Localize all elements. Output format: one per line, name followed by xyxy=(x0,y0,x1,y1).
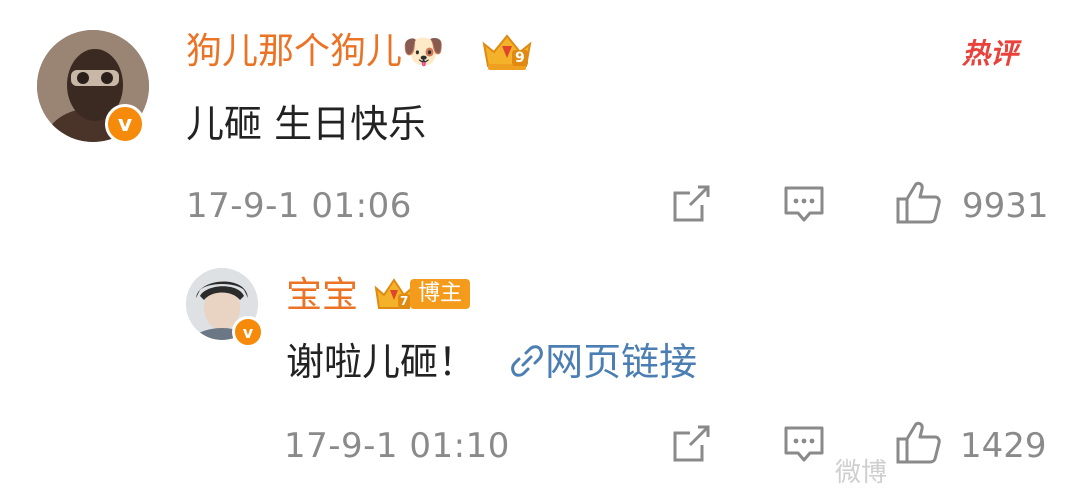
share-icon[interactable] xyxy=(670,183,712,225)
crown-level-icon: 9 xyxy=(480,30,534,72)
reply-body: 谢啦儿砸！ 网页链接 xyxy=(286,340,697,388)
verified-badge-icon: v xyxy=(232,316,264,348)
comment-timestamp: 17-9-1 01:06 xyxy=(186,186,412,226)
link-icon xyxy=(509,343,545,388)
verified-badge-icon: v xyxy=(105,104,145,144)
level-number: 9 xyxy=(512,50,528,66)
like-thumb-icon[interactable] xyxy=(895,180,943,226)
hot-comment-label: 热评 xyxy=(962,37,1019,70)
web-link[interactable]: 网页链接 xyxy=(509,340,697,384)
reply-timestamp: 17-9-1 01:10 xyxy=(284,426,510,466)
comment-reply-icon[interactable] xyxy=(782,183,826,225)
commenter-username[interactable]: 狗儿那个狗儿🐶 xyxy=(186,31,445,73)
author-badge: 博主 xyxy=(410,279,471,309)
crown-level-icon: 7 xyxy=(374,276,414,314)
dog-emoji: 🐶 xyxy=(402,32,445,72)
reply-text: 谢啦儿砸！ xyxy=(286,340,477,384)
comment-reply-icon[interactable] xyxy=(782,423,826,465)
like-thumb-icon[interactable] xyxy=(895,420,943,466)
link-text: 网页链接 xyxy=(545,340,698,384)
reply-username[interactable]: 宝宝 xyxy=(286,276,358,316)
watermark: 微博 xyxy=(835,458,888,488)
like-count: 1429 xyxy=(960,426,1047,466)
level-number: 7 xyxy=(398,294,411,308)
share-icon[interactable] xyxy=(670,423,712,465)
like-count: 9931 xyxy=(962,186,1049,226)
comment-text: 儿砸 生日快乐 xyxy=(186,102,427,146)
username-text: 狗儿那个狗儿 xyxy=(186,31,403,72)
